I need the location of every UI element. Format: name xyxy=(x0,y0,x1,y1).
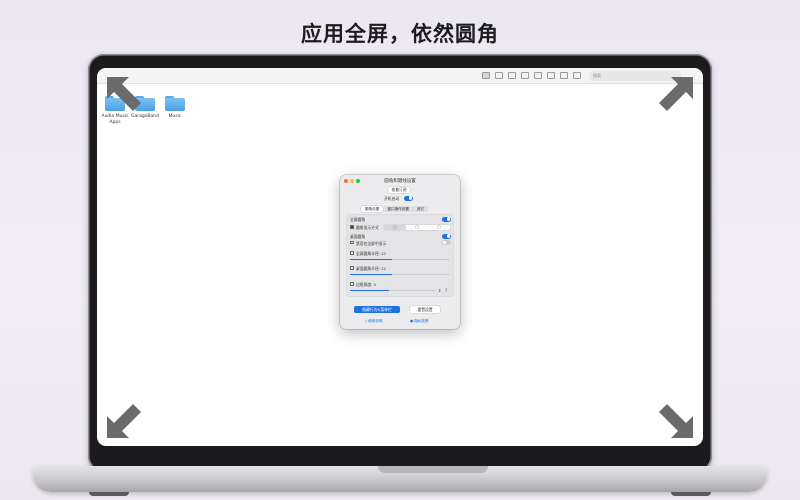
window-title: 圆角和键线设置 xyxy=(384,179,416,184)
hide-menubar-button[interactable]: 隐藏行为&菜单栏 xyxy=(354,306,400,313)
help-icon[interactable]: ? xyxy=(445,288,447,293)
finder-toolbar: 搜索 xyxy=(97,68,703,84)
show-in-fullscreen-label: 是否在全屏中显示 xyxy=(356,240,387,246)
corner-option-2[interactable]: ▢ xyxy=(406,225,428,230)
desktop-radius-slider[interactable] xyxy=(350,274,450,276)
arrow-down-right-icon xyxy=(653,398,697,442)
launch-at-login-toggle[interactable] xyxy=(404,195,413,201)
desktop-radius-label: 桌面圆角半径: 22 xyxy=(356,266,387,271)
laptop-foot xyxy=(671,492,711,496)
more-icon[interactable] xyxy=(573,72,581,79)
laptop-base-notch xyxy=(378,466,488,473)
corner-display-segmented[interactable]: ▢ ▢ ▢ xyxy=(384,224,450,230)
folder-icon[interactable] xyxy=(165,96,185,111)
privacy-text: 隐私政策 xyxy=(414,319,429,323)
laptop-base xyxy=(33,466,767,496)
display-icon xyxy=(350,225,354,229)
calendar-icon xyxy=(350,240,354,244)
border-width-slider[interactable] xyxy=(350,290,436,292)
stepper-icon[interactable]: ⇕ xyxy=(438,288,441,293)
icon-view-icon[interactable] xyxy=(482,72,490,79)
border-icon xyxy=(350,282,354,286)
settings-tabs: 圆角设置 窗口操作设置 其它 xyxy=(361,206,429,212)
laptop-screen: 搜索 Audio Music Apps GarageBand Music 圆角和… xyxy=(97,68,703,446)
usage-guide-text: 使用说明 xyxy=(368,319,383,323)
usage-guide-link[interactable]: ▯ 使用说明 xyxy=(365,319,383,324)
restore-purchase-button[interactable]: 恢复订阅 xyxy=(388,187,410,193)
fullscreen-round-toggle[interactable] xyxy=(442,216,451,222)
privacy-link[interactable]: ● 隐私政策 xyxy=(410,319,429,324)
tag-icon[interactable] xyxy=(560,72,568,79)
corner-radius-icon xyxy=(350,251,354,255)
tab-window-settings[interactable]: 窗口操作设置 xyxy=(383,206,413,212)
page-headline: 应用全屏，依然圆角 xyxy=(301,22,499,46)
tab-round-settings[interactable]: 圆角设置 xyxy=(361,206,384,212)
share-icon[interactable] xyxy=(547,72,555,79)
reset-settings-button[interactable]: 重置设置 xyxy=(410,306,440,313)
tab-other[interactable]: 其它 xyxy=(413,206,428,212)
corner-option-1[interactable]: ▢ xyxy=(384,224,406,230)
gallery-view-icon[interactable] xyxy=(521,72,529,79)
show-in-fullscreen-toggle[interactable] xyxy=(442,240,451,245)
corner-display-label: 圆角显示方式 xyxy=(356,225,379,230)
laptop-foot xyxy=(89,492,129,496)
arrow-down-left-icon xyxy=(103,398,147,442)
desktop-round-toggle[interactable] xyxy=(442,233,451,239)
settings-window: 圆角和键线设置 恢复订阅 开机启动 圆角设置 窗口操作设置 其它 全屏圆角 圆角… xyxy=(340,175,460,329)
corner-radius-icon xyxy=(350,266,354,270)
group-icon[interactable] xyxy=(534,72,542,79)
settings-panel: 全屏圆角 圆角显示方式 ▢ ▢ ▢ 桌面圆角 是否在全屏中显示 全屏圆角半径: … xyxy=(346,214,454,297)
column-view-icon[interactable] xyxy=(508,72,516,79)
fullscreen-radius-label: 全屏圆角半径: 22 xyxy=(356,251,387,256)
desktop-item-label: Music xyxy=(168,114,182,119)
arrow-up-left-icon xyxy=(103,73,147,117)
border-width-label: 边框厚度: 0 xyxy=(356,282,377,287)
fullscreen-radius-slider[interactable] xyxy=(350,259,450,261)
list-view-icon[interactable] xyxy=(495,72,503,79)
launch-at-login-label: 开机启动 xyxy=(384,196,400,201)
arrow-up-right-icon xyxy=(653,73,697,117)
fullscreen-round-label: 全屏圆角 xyxy=(350,217,366,222)
corner-option-3[interactable]: ▢ xyxy=(428,225,450,230)
desktop-round-label: 桌面圆角 xyxy=(350,234,366,239)
